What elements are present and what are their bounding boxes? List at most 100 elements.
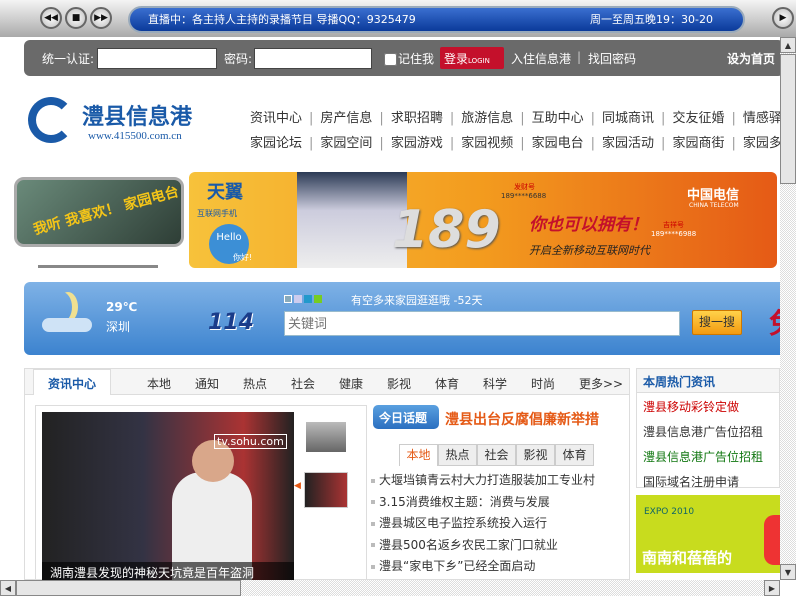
search-button[interactable]: 搜一搜 xyxy=(692,310,742,335)
scroll-down-button[interactable]: ▼ xyxy=(780,564,796,580)
horizontal-scroll-thumb[interactable] xyxy=(16,580,241,596)
nav-link[interactable]: 交友征婚 xyxy=(672,111,724,126)
video-player[interactable]: tv.sohu.com 湖南澧县发现的神秘天坑竟是百年盗洞 xyxy=(42,412,294,582)
play-button[interactable]: ▶ xyxy=(772,7,794,29)
nav-separator: | xyxy=(520,111,525,126)
news-tab[interactable]: 时尚 xyxy=(531,375,555,392)
rewind-button[interactable]: ◀◀ xyxy=(40,7,62,29)
sub-tabs: 本地 热点 社会 影视 体育 xyxy=(399,444,594,466)
nav-separator: | xyxy=(731,111,736,126)
login-button-en: LOGIN xyxy=(468,57,490,65)
nav-row-2: 家园论坛 | 家园空间 | 家园游戏 | 家园视频 | 家园电台 | 家园活动 | 家园商街 | 家园多 xyxy=(250,132,782,151)
news-tabs: 资讯中心 本地 通知 热点 社会 健康 影视 体育 科学 时尚 更多>> xyxy=(25,369,629,395)
cloud-icon xyxy=(42,318,92,332)
broadcast-text: 直播中：各主持人主持的录播节目 导播QQ：9325479 xyxy=(148,13,416,26)
nav-link[interactable]: 家园商街 xyxy=(672,136,724,151)
set-home-link[interactable]: 设为首页 xyxy=(727,50,775,67)
topic-badge: 今日话题 xyxy=(373,405,439,429)
password-input[interactable] xyxy=(254,48,372,69)
news-item[interactable]: 3.15消费维权主题：消费与发展 xyxy=(371,493,595,515)
login-button-label: 登录 xyxy=(444,52,469,66)
sub-tab[interactable]: 本地 xyxy=(399,444,438,466)
nav-separator: | xyxy=(590,136,596,151)
topic-badge-text: 今日话题 xyxy=(379,411,428,425)
news-tab[interactable]: 本地 xyxy=(147,375,171,392)
topic-title[interactable]: 澧县出台反腐倡廉新举措 xyxy=(445,409,599,429)
nav-link[interactable]: 房产信息 xyxy=(320,111,372,126)
news-tab-active[interactable]: 资讯中心 xyxy=(33,369,112,395)
sub-tab[interactable]: 体育 xyxy=(555,444,594,466)
horizontal-scrollbar[interactable]: ◀ ▶ xyxy=(0,580,780,596)
video-caption-text: 湖南澧县发现的神秘天坑竟是百年盗洞 xyxy=(50,566,255,580)
hot-news-item[interactable]: 澧县移动彩铃定做 xyxy=(637,393,779,418)
sub-tab[interactable]: 影视 xyxy=(516,444,555,466)
brand-text: 天翼 xyxy=(207,182,243,203)
expo-logo: EXPO 2010 xyxy=(644,507,695,517)
vertical-scrollbar[interactable]: ▲ ▼ xyxy=(780,37,796,580)
separator: | xyxy=(577,50,582,64)
nav-link[interactable]: 家园游戏 xyxy=(391,136,443,151)
number-189: 189 xyxy=(392,200,501,260)
nav-link[interactable]: 家园活动 xyxy=(602,136,654,151)
nav-link[interactable]: 家园多 xyxy=(743,136,782,151)
sub-tab[interactable]: 热点 xyxy=(438,444,477,466)
news-tab[interactable]: 体育 xyxy=(435,375,459,392)
remember-label: 记住我 xyxy=(398,52,435,66)
hot-news-title: 本周热门资讯 xyxy=(637,369,779,393)
nav-link[interactable]: 旅游信息 xyxy=(461,111,513,126)
nav-link[interactable]: 求职招聘 xyxy=(391,111,443,126)
nav-link[interactable]: 同城商讯 xyxy=(602,111,654,126)
nav-separator: | xyxy=(449,136,455,151)
hot-news-item[interactable]: 国际域名注册申请 xyxy=(637,468,779,493)
nav-link[interactable]: 资讯中心 xyxy=(250,111,302,126)
nav-link[interactable]: 情感驿 xyxy=(743,111,782,126)
nav-link[interactable]: 互助中心 xyxy=(532,111,584,126)
remember-checkbox[interactable] xyxy=(384,53,397,66)
news-tab[interactable]: 通知 xyxy=(195,375,219,392)
stop-button[interactable]: ■ xyxy=(65,7,87,29)
search-input[interactable] xyxy=(284,311,680,336)
nav-separator: | xyxy=(731,136,736,151)
hot-news-item[interactable]: 澧县信息港广告位招租 xyxy=(637,418,779,443)
scroll-left-button[interactable]: ◀ xyxy=(0,580,16,596)
lucky2: 189****6988 xyxy=(651,230,697,238)
video-thumb-2[interactable] xyxy=(304,472,348,508)
news-tab[interactable]: 社会 xyxy=(291,375,315,392)
broadcast-marquee: 直播中：各主持人主持的录播节目 导播QQ：9325479 周一至周五晚19：30… xyxy=(128,6,745,33)
news-item[interactable]: 澧县500名返乡农民工家门口就业 xyxy=(371,536,595,558)
news-item[interactable]: 澧县“家电下乡”已经全面启动 xyxy=(371,557,595,579)
video-panel: tv.sohu.com 湖南澧县发现的神秘天坑竟是百年盗洞 ◀ xyxy=(35,405,367,582)
radio-ad[interactable]: 我听 我喜欢！ 家园电台 xyxy=(14,177,184,247)
news-item[interactable]: 澧县城区电子监控系统投入运行 xyxy=(371,514,595,536)
radio-ad-text: 我听 我喜欢！ 家园电台 xyxy=(31,183,181,239)
nav-link[interactable]: 家园空间 xyxy=(320,136,372,151)
news-tab[interactable]: 科学 xyxy=(483,375,507,392)
telecom-banner[interactable]: 天翼 互联网手机 Hello 你好! 189 你也可以拥有！ 开启全新移动互联网… xyxy=(189,172,777,268)
expo-ad[interactable]: EXPO 2010 南南和蓓蓓的 xyxy=(636,495,780,573)
video-thumb-1[interactable] xyxy=(306,422,346,452)
scroll-up-button[interactable]: ▲ xyxy=(780,37,796,53)
telecom-logo-text: 中国电信 xyxy=(687,188,740,203)
search-button-label: 搜一搜 xyxy=(698,315,735,329)
news-tab[interactable]: 健康 xyxy=(339,375,363,392)
hot-news-item[interactable]: 澧县信息港广告位招租 xyxy=(637,443,779,468)
news-tab[interactable]: 影视 xyxy=(387,375,411,392)
divider xyxy=(38,265,158,268)
sub-tab[interactable]: 社会 xyxy=(477,444,516,466)
skin-switcher[interactable] xyxy=(284,292,340,303)
recover-password-link[interactable]: 找回密码 xyxy=(588,50,636,67)
login-button[interactable]: 登录LOGIN xyxy=(440,47,504,69)
news-tab[interactable]: 更多>> xyxy=(579,375,623,392)
join-link[interactable]: 入住信息港 xyxy=(511,50,571,67)
nav-link[interactable]: 家园视频 xyxy=(461,136,513,151)
telecom-en: CHINA TELECOM xyxy=(689,202,739,209)
news-item[interactable]: 大堰垱镇青云村大力打造服装加工专业村 xyxy=(371,471,595,493)
account-input[interactable] xyxy=(97,48,217,69)
scroll-right-button[interactable]: ▶ xyxy=(764,580,780,596)
forward-button[interactable]: ▶▶ xyxy=(90,7,112,29)
vertical-scroll-thumb[interactable] xyxy=(780,54,796,184)
news-item-text: 澧县500名返乡农民工家门口就业 xyxy=(379,537,558,552)
nav-link[interactable]: 家园论坛 xyxy=(250,136,302,151)
nav-link[interactable]: 家园电台 xyxy=(532,136,584,151)
news-tab[interactable]: 热点 xyxy=(243,375,267,392)
